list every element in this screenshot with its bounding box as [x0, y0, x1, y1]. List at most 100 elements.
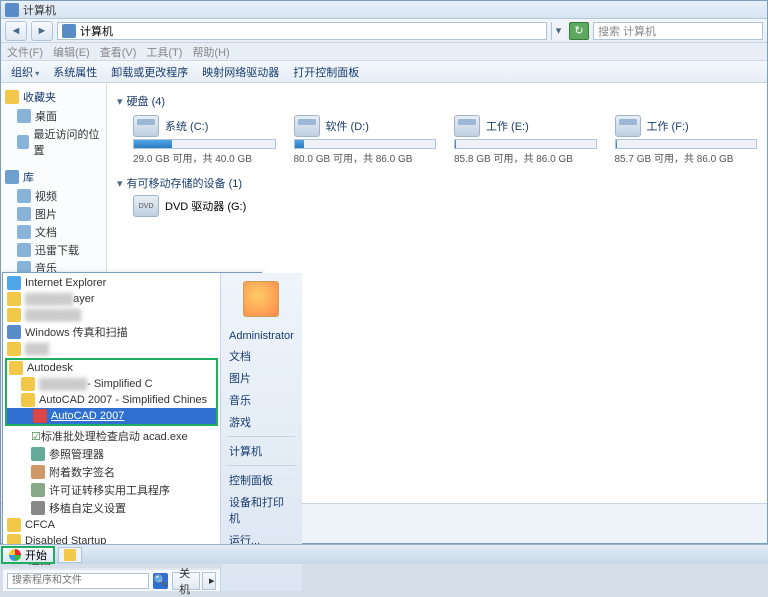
sig-icon [31, 465, 45, 479]
explorer-icon [64, 549, 76, 561]
docs-icon [17, 225, 31, 239]
usage-bar [615, 139, 758, 149]
dvd-drive[interactable]: DVD DVD 驱动器 (G:) [133, 195, 757, 217]
collapse-icon: ▾ [117, 177, 123, 190]
refresh-button[interactable]: ↻ [569, 22, 589, 40]
drives-row: 系统 (C:) 29.0 GB 可用，共 40.0 GB 软件 (D:) 80.… [133, 115, 757, 165]
toolbar: 组织 系统属性 卸载或更改程序 映射网络驱动器 打开控制面板 [1, 61, 767, 83]
tool-icon [31, 447, 45, 461]
program-refmgr[interactable]: 参照管理器 [5, 445, 218, 463]
pics-link[interactable]: 图片 [221, 367, 302, 389]
open-cpanel-button[interactable]: 打开控制面板 [293, 64, 359, 80]
dvd-label: DVD 驱动器 (G:) [165, 198, 246, 214]
program-blur[interactable]: ▓▓▓▓▓▓▓ [5, 307, 218, 323]
all-programs-tree: Internet Explorer ▓▓▓▓▓▓ayer ▓▓▓▓▓▓▓ Win… [3, 273, 220, 551]
sidebar-item-video[interactable]: 视频 [1, 187, 106, 205]
drive-e[interactable]: 工作 (E:) 85.8 GB 可用，共 86.0 GB [454, 115, 597, 165]
category-disks[interactable]: ▾硬盘 (4) [117, 93, 757, 109]
category-removable[interactable]: ▾有可移动存储的设备 (1) [117, 175, 757, 191]
address-field[interactable]: 计算机 [57, 22, 547, 40]
dvd-icon: DVD [133, 195, 159, 217]
usage-fill [134, 140, 172, 148]
start-label: 开始 [25, 547, 47, 563]
drive-c[interactable]: 系统 (C:) 29.0 GB 可用，共 40.0 GB [133, 115, 276, 165]
program-licmig[interactable]: 许可证转移实用工具程序 [5, 481, 218, 499]
pictures-icon [17, 207, 31, 221]
music-link[interactable]: 音乐 [221, 389, 302, 411]
separator [227, 436, 295, 437]
sidebar-item-recent[interactable]: 最近访问的位置 [1, 125, 106, 159]
program-blur2[interactable]: ▓▓▓ [5, 341, 218, 357]
sidebar-libraries-head[interactable]: 库 [1, 167, 106, 187]
folder-simplified[interactable]: ▓▓▓▓▓▓- Simplified C [7, 376, 216, 392]
search-go-button[interactable]: 🔍 [153, 573, 168, 589]
menu-view[interactable]: 查看(V) [100, 44, 137, 60]
start-search-input[interactable] [7, 573, 149, 589]
folder-autodesk[interactable]: Autodesk [7, 360, 216, 376]
drive-info: 80.0 GB 可用，共 86.0 GB [294, 150, 437, 165]
sidebar-item-pictures[interactable]: 图片 [1, 205, 106, 223]
organize-button[interactable]: 组织 [11, 64, 39, 80]
windows-orb-icon [9, 549, 21, 561]
docs-link[interactable]: 文档 [221, 345, 302, 367]
folder-icon [21, 393, 35, 407]
autodesk-highlight: Autodesk ▓▓▓▓▓▓- Simplified C AutoCAD 20… [5, 358, 218, 426]
map-netdrive-button[interactable]: 映射网络驱动器 [202, 64, 279, 80]
program-digisig[interactable]: 附着数字签名 [5, 463, 218, 481]
uninstall-button[interactable]: 卸载或更改程序 [111, 64, 188, 80]
titlebar[interactable]: 计算机 [1, 1, 767, 19]
folder-icon [21, 377, 35, 391]
sidebar-item-desktop[interactable]: 桌面 [1, 107, 106, 125]
computer-link[interactable]: 计算机 [221, 440, 302, 462]
start-button[interactable]: 开始 [1, 546, 55, 564]
program-fax[interactable]: Windows 传真和扫描 [5, 323, 218, 341]
drive-f[interactable]: 工作 (F:) 85.7 GB 可用，共 86.0 GB [615, 115, 758, 165]
hdd-icon [294, 115, 320, 137]
hdd-icon [454, 115, 480, 137]
forward-button[interactable]: ► [31, 21, 53, 41]
start-menu: Internet Explorer ▓▓▓▓▓▓ayer ▓▓▓▓▓▓▓ Win… [2, 272, 262, 544]
sidebar-favorites-head[interactable]: 收藏夹 [1, 87, 106, 107]
usage-bar [454, 139, 597, 149]
usage-bar [294, 139, 437, 149]
search-placeholder: 搜索 计算机 [598, 23, 656, 39]
folder-icon [9, 361, 23, 375]
program-reset[interactable]: 移植自定义设置 [5, 499, 218, 517]
sidebar-item-xunlei[interactable]: 迅雷下载 [1, 241, 106, 259]
menu-tools[interactable]: 工具(T) [146, 44, 182, 60]
system-properties-button[interactable]: 系统属性 [53, 64, 97, 80]
fax-icon [7, 325, 21, 339]
taskbar-item-explorer[interactable] [58, 547, 82, 563]
drive-info: 85.7 GB 可用，共 86.0 GB [615, 150, 758, 165]
shutdown-menu-button[interactable]: ▸ [202, 572, 216, 590]
app-icon [7, 308, 21, 322]
drive-d[interactable]: 软件 (D:) 80.0 GB 可用，共 86.0 GB [294, 115, 437, 165]
program-player[interactable]: ▓▓▓▓▓▓ayer [5, 291, 218, 307]
program-ie[interactable]: Internet Explorer [5, 275, 218, 291]
search-box[interactable]: 搜索 计算机 [593, 22, 763, 40]
address-path: 计算机 [80, 23, 113, 39]
program-acad2007[interactable]: AutoCAD 2007 [7, 408, 216, 424]
drive-info: 85.8 GB 可用，共 86.0 GB [454, 150, 597, 165]
ie-icon [7, 276, 21, 290]
hdd-icon [133, 115, 159, 137]
back-button[interactable]: ◄ [5, 21, 27, 41]
cpanel-link[interactable]: 控制面板 [221, 469, 302, 491]
window-title: 计算机 [23, 2, 56, 18]
address-dropdown[interactable]: ▾ [551, 22, 565, 40]
user-avatar[interactable] [243, 281, 279, 317]
autocad-icon [33, 409, 47, 423]
collapse-icon: ▾ [117, 95, 123, 108]
sidebar-item-docs[interactable]: 文档 [1, 223, 106, 241]
video-icon [17, 189, 31, 203]
menu-edit[interactable]: 编辑(E) [53, 44, 90, 60]
menu-file[interactable]: 文件(F) [7, 44, 43, 60]
shutdown-button[interactable]: 关机 [172, 572, 200, 590]
user-name-link[interactable]: Administrator [221, 327, 302, 345]
folder-acad2007[interactable]: AutoCAD 2007 - Simplified Chines [7, 392, 216, 408]
games-link[interactable]: 游戏 [221, 411, 302, 433]
folder-cfca[interactable]: CFCA [5, 517, 218, 533]
menu-help[interactable]: 帮助(H) [192, 44, 229, 60]
devices-link[interactable]: 设备和打印机 [221, 491, 302, 529]
program-acadrun[interactable]: 标准批处理检查启动 acad.exe [5, 427, 218, 445]
